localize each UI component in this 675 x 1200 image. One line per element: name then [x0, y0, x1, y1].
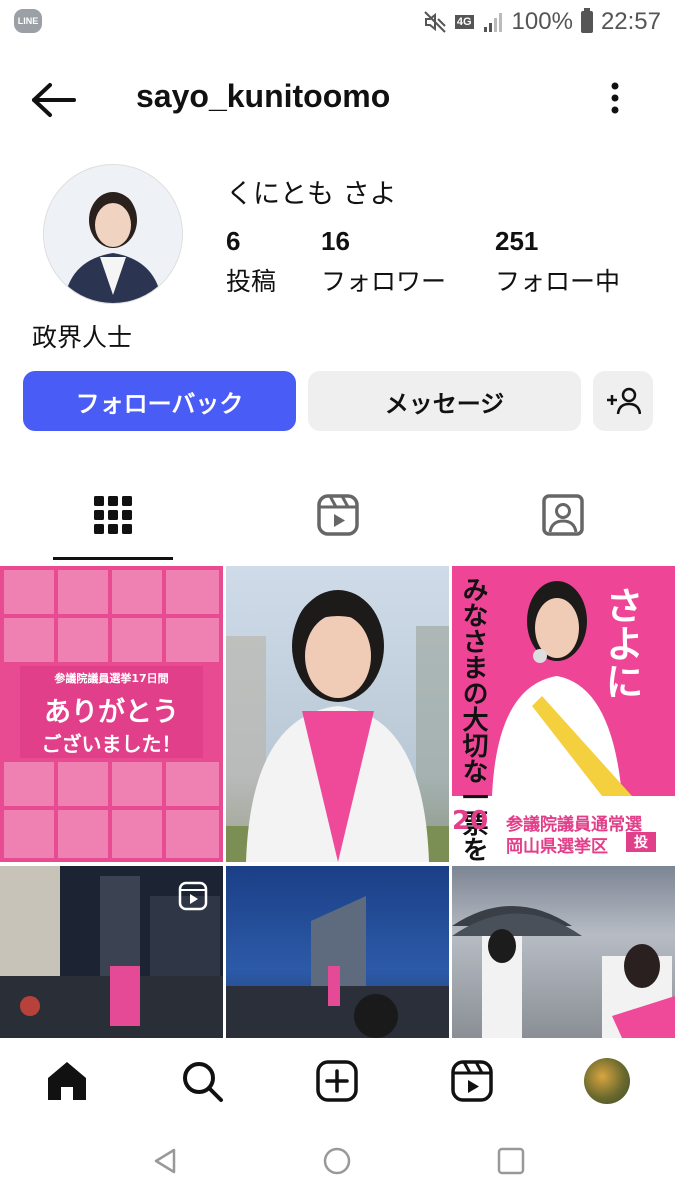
status-indicators: 4G 100% 22:57 [423, 8, 661, 36]
posts-count[interactable]: 6 [226, 226, 240, 257]
post3-date: 20 [452, 806, 489, 836]
post3-name: さよに [599, 586, 643, 700]
profile-tab-avatar[interactable] [584, 1058, 630, 1104]
signal-icon [483, 13, 502, 32]
active-tab-indicator [53, 557, 173, 560]
post-thumbnail-2[interactable] [226, 566, 449, 862]
battery-percent: 100% [511, 8, 573, 35]
post-evening-building-image [226, 896, 449, 1038]
avatar-portrait-image [44, 165, 182, 303]
add-person-icon [607, 387, 641, 415]
create-post-icon[interactable] [314, 1058, 360, 1104]
following-count[interactable]: 251 [495, 226, 538, 257]
reels-icon[interactable] [449, 1058, 495, 1104]
battery-icon [580, 8, 593, 33]
followers-count[interactable]: 16 [321, 226, 350, 257]
post-thumbnail-5[interactable] [226, 866, 449, 1038]
post-thumbnail-3[interactable]: みなさまの大切な一票を さよに 20 参議院議員通常選 岡山県選挙区 投 [452, 566, 675, 862]
post1-caption-sub: ございました！ [41, 732, 182, 756]
grid-tab-icon[interactable] [88, 490, 138, 540]
message-button[interactable]: メッセージ [308, 371, 581, 431]
home-icon[interactable] [44, 1058, 90, 1104]
post3-district: 岡山県選挙区 [506, 837, 608, 857]
follow-back-button[interactable]: フォローバック [23, 371, 296, 431]
profile-display-name: くにとも さよ [226, 179, 397, 210]
suggested-users-button[interactable] [593, 371, 653, 431]
profile-username: sayo_kunitoomo [136, 78, 391, 114]
tagged-tab-icon[interactable] [538, 490, 588, 540]
reel-badge-icon [178, 881, 208, 911]
line-app-icon: LINE [14, 9, 42, 33]
post3-vote: 投 [626, 832, 656, 852]
post1-caption-top: 参議院議員選挙17日間 [54, 672, 169, 685]
more-options-icon[interactable] [600, 80, 630, 116]
profile-category: 政界人士 [32, 323, 133, 352]
post-portrait-image [226, 590, 449, 862]
mute-icon [424, 11, 446, 33]
back-arrow-icon[interactable] [28, 80, 78, 120]
system-home-icon[interactable] [322, 1146, 352, 1176]
system-recents-icon[interactable] [496, 1146, 526, 1176]
reels-tab-icon[interactable] [313, 490, 363, 540]
post-thumbnail-6[interactable] [452, 866, 675, 1038]
network-type: 4G [454, 15, 474, 29]
system-back-icon[interactable] [150, 1146, 180, 1176]
post-thumbnail-4[interactable] [0, 866, 223, 1038]
post1-caption-main: ありがとう [44, 697, 179, 728]
posts-label[interactable]: 投稿 [226, 262, 276, 298]
search-icon[interactable] [179, 1058, 225, 1104]
profile-avatar[interactable] [43, 164, 183, 304]
followers-label[interactable]: フォロワー [321, 262, 446, 298]
status-bar: LINE 4G 100% 22:57 [0, 0, 675, 48]
clock: 22:57 [600, 8, 661, 35]
post-rally-image [452, 906, 675, 1038]
following-label[interactable]: フォロー中 [495, 262, 620, 298]
post-thumbnail-1[interactable]: 参議院議員選挙17日間 ありがとう ございました！ [0, 566, 223, 862]
